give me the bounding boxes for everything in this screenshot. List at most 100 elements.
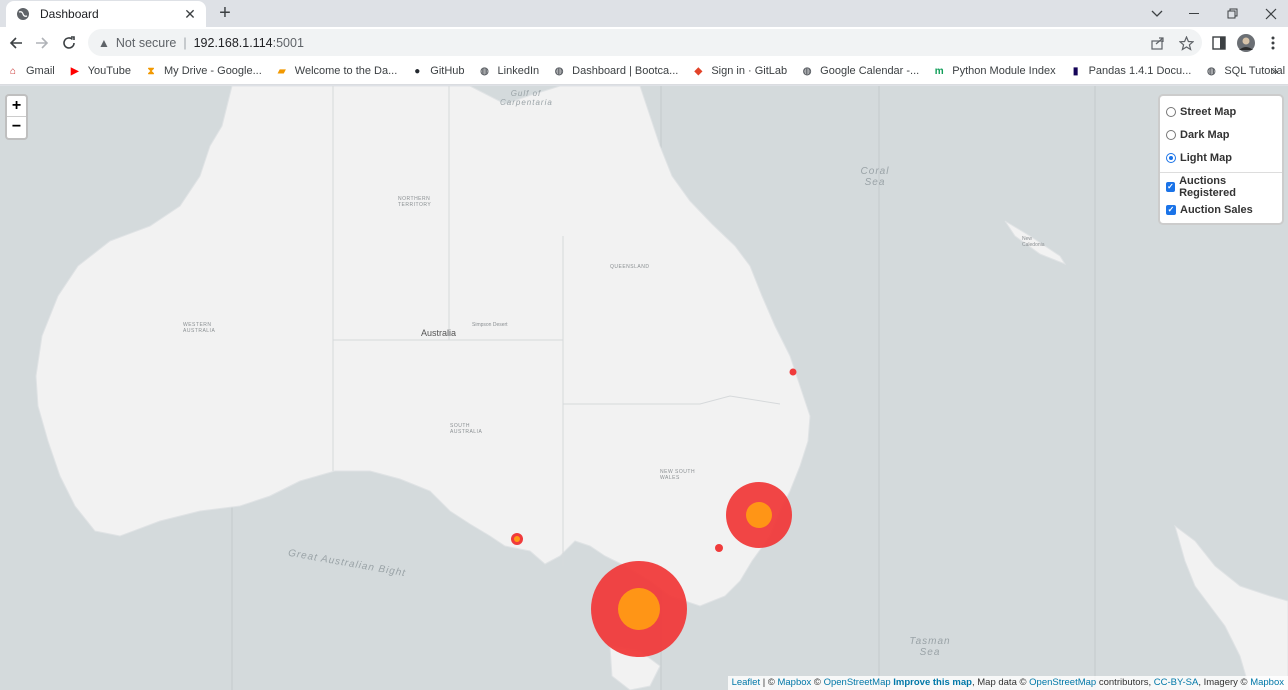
restore-icon[interactable] xyxy=(1214,0,1252,27)
improve-map-link[interactable]: Improve this map xyxy=(893,677,972,688)
overlay-auctions-registered[interactable]: ✓ Auctions Registered xyxy=(1166,175,1276,199)
layer-divider xyxy=(1160,172,1282,173)
overlay-auction-sales[interactable]: ✓ Auction Sales xyxy=(1166,198,1276,221)
url-host[interactable]: 192.168.1.114 xyxy=(194,36,273,50)
street-map-label[interactable]: Street Map xyxy=(1180,106,1236,118)
gulf-label: Gulf of Carpentaria xyxy=(500,89,553,107)
attribution-text: | © xyxy=(760,677,778,688)
layer-control: Street Map Dark Map Light Map ✓ Auctions… xyxy=(1158,94,1284,225)
github-icon: ● xyxy=(414,65,421,77)
bookmark-label: Pandas 1.4.1 Docu... xyxy=(1088,65,1192,77)
reload-icon[interactable] xyxy=(57,31,81,55)
forward-icon[interactable] xyxy=(30,31,54,55)
menu-kebab-icon[interactable] xyxy=(1261,31,1285,55)
auction-sales-label[interactable]: Auction Sales xyxy=(1180,204,1253,216)
new-caledonia-label: New Caledonia xyxy=(1022,236,1045,248)
bookmark-label: Google Calendar -... xyxy=(820,65,920,77)
bookmark-item[interactable]: ◍ Dashboard | Bootca... xyxy=(552,64,679,78)
bookmark-label: YouTube xyxy=(87,65,131,77)
attribution-text: , Map data © xyxy=(971,677,1030,688)
melbourne-inner-circle xyxy=(618,588,660,630)
osm-link-2[interactable]: OpenStreetMap xyxy=(1029,677,1096,688)
tab-search-icon[interactable] xyxy=(1138,0,1176,27)
basemap[interactable] xyxy=(0,86,1288,690)
australia-landmass xyxy=(35,86,811,607)
side-panel-icon[interactable] xyxy=(1207,31,1231,55)
zoom-out-button[interactable]: − xyxy=(7,117,26,138)
auctions-registered-checkbox[interactable]: ✓ xyxy=(1166,181,1176,192)
address-bar[interactable]: ▲ Not secure | 192.168.1.114:5001 xyxy=(88,29,1202,56)
close-window-icon[interactable] xyxy=(1252,0,1288,27)
bookmark-item[interactable]: ● GitHub xyxy=(410,64,464,78)
bookmark-label: Dashboard | Bootca... xyxy=(572,65,679,77)
adelaide-inner-circle xyxy=(514,536,520,542)
mapbox-link-2[interactable]: Mapbox xyxy=(1250,677,1284,688)
new-tab-button[interactable]: + xyxy=(214,3,236,25)
attribution-text: , Imagery © xyxy=(1198,677,1251,688)
leaflet-link[interactable]: Leaflet xyxy=(732,677,761,688)
bookmark-item[interactable]: ▮ Pandas 1.4.1 Docu... xyxy=(1069,64,1192,78)
map-container[interactable]: Gulf of Carpentaria Coral Sea Tasman Sea… xyxy=(0,86,1288,690)
globe-icon: ◍ xyxy=(802,65,812,77)
south-australia-label: SOUTH AUSTRALIA xyxy=(450,423,483,435)
zoom-in-button[interactable]: + xyxy=(7,96,26,117)
bookmark-label: Sign in · GitLab xyxy=(711,65,788,77)
bookmark-star-icon[interactable] xyxy=(1174,31,1198,55)
bookmark-label: Welcome to the Da... xyxy=(294,65,398,77)
auction-sales-checkbox[interactable]: ✓ xyxy=(1166,204,1176,215)
share-icon[interactable] xyxy=(1146,31,1170,55)
url-port[interactable]: :5001 xyxy=(273,36,304,50)
dark-map-label[interactable]: Dark Map xyxy=(1180,129,1230,141)
globe-icon: ◍ xyxy=(480,65,489,77)
bookmark-item[interactable]: ◍ LinkedIn xyxy=(478,64,539,78)
bookmark-item[interactable]: ◍ Google Calendar -... xyxy=(800,64,919,78)
simpson-label: Simpson Desert xyxy=(472,322,508,328)
bookmark-item[interactable]: ⧗ My Drive - Google... xyxy=(144,64,262,78)
warning-icon[interactable]: ▲ xyxy=(98,36,110,50)
gitlab-icon: ◆ xyxy=(694,65,703,77)
light-map-radio[interactable] xyxy=(1166,152,1176,163)
minimize-icon[interactable] xyxy=(1176,0,1214,27)
notebook-icon: ▰ xyxy=(277,65,286,77)
bookmark-item[interactable]: ▶ YouTube xyxy=(68,64,131,78)
attribution-text: contributors, xyxy=(1096,677,1154,688)
globe-icon: ◍ xyxy=(1206,65,1216,77)
western-australia-label: WESTERN AUSTRALIA xyxy=(183,322,216,334)
close-tab-icon[interactable]: ✕ xyxy=(182,6,198,23)
osm-link[interactable]: OpenStreetMap xyxy=(824,677,891,688)
tab-strip: Dashboard ✕ + xyxy=(0,0,1288,27)
zoom-control: + − xyxy=(5,94,28,140)
bookmark-label: Python Module Index xyxy=(952,65,1056,77)
base-layer-street[interactable]: Street Map xyxy=(1166,100,1276,123)
nsw-label: NEW SOUTH WALES xyxy=(660,469,696,481)
globe-icon: ◍ xyxy=(554,65,564,77)
base-layer-dark[interactable]: Dark Map xyxy=(1166,123,1276,146)
northern-territory-label: NORTHERN TERRITORY xyxy=(398,196,432,208)
base-layer-light[interactable]: Light Map xyxy=(1166,146,1276,169)
sydney-inner-circle xyxy=(746,502,772,528)
bookmarks-bar: ⌂ Gmail ▶ YouTube ⧗ My Drive - Google... ▰ Welc… xyxy=(0,58,1288,85)
bookmarks-overflow-icon[interactable]: » xyxy=(1271,64,1278,78)
canberra-circle xyxy=(715,544,723,552)
bookmark-item[interactable]: ▰ Welcome to the Da... xyxy=(275,64,398,78)
bookmark-item[interactable]: ⌂ Gmail xyxy=(6,64,55,78)
bookmark-item[interactable]: m Python Module Index xyxy=(932,64,1056,78)
bookmark-item[interactable]: ◆ Sign in · GitLab xyxy=(691,64,787,78)
pandas-icon: ▮ xyxy=(1072,65,1079,77)
light-map-label[interactable]: Light Map xyxy=(1180,152,1232,164)
tab-dashboard[interactable]: Dashboard ✕ xyxy=(6,1,206,27)
bookmark-label: My Drive - Google... xyxy=(163,65,262,77)
dark-map-radio[interactable] xyxy=(1166,129,1176,140)
bookmark-label: Gmail xyxy=(26,65,55,77)
auctions-registered-label[interactable]: Auctions Registered xyxy=(1179,175,1276,199)
map-attribution: Leaflet | © Mapbox © OpenStreetMap Impro… xyxy=(727,676,1288,690)
not-secure-label[interactable]: Not secure xyxy=(116,36,176,50)
cc-by-sa-link[interactable]: CC-BY-SA xyxy=(1154,677,1199,688)
street-map-radio[interactable] xyxy=(1166,106,1176,117)
hourglass-icon: ⧗ xyxy=(147,65,155,77)
home-icon: ⌂ xyxy=(9,65,17,77)
profile-avatar[interactable] xyxy=(1234,31,1258,55)
brisbane-circle xyxy=(789,368,797,376)
mapbox-link[interactable]: Mapbox xyxy=(777,677,811,688)
back-icon[interactable] xyxy=(4,31,28,55)
